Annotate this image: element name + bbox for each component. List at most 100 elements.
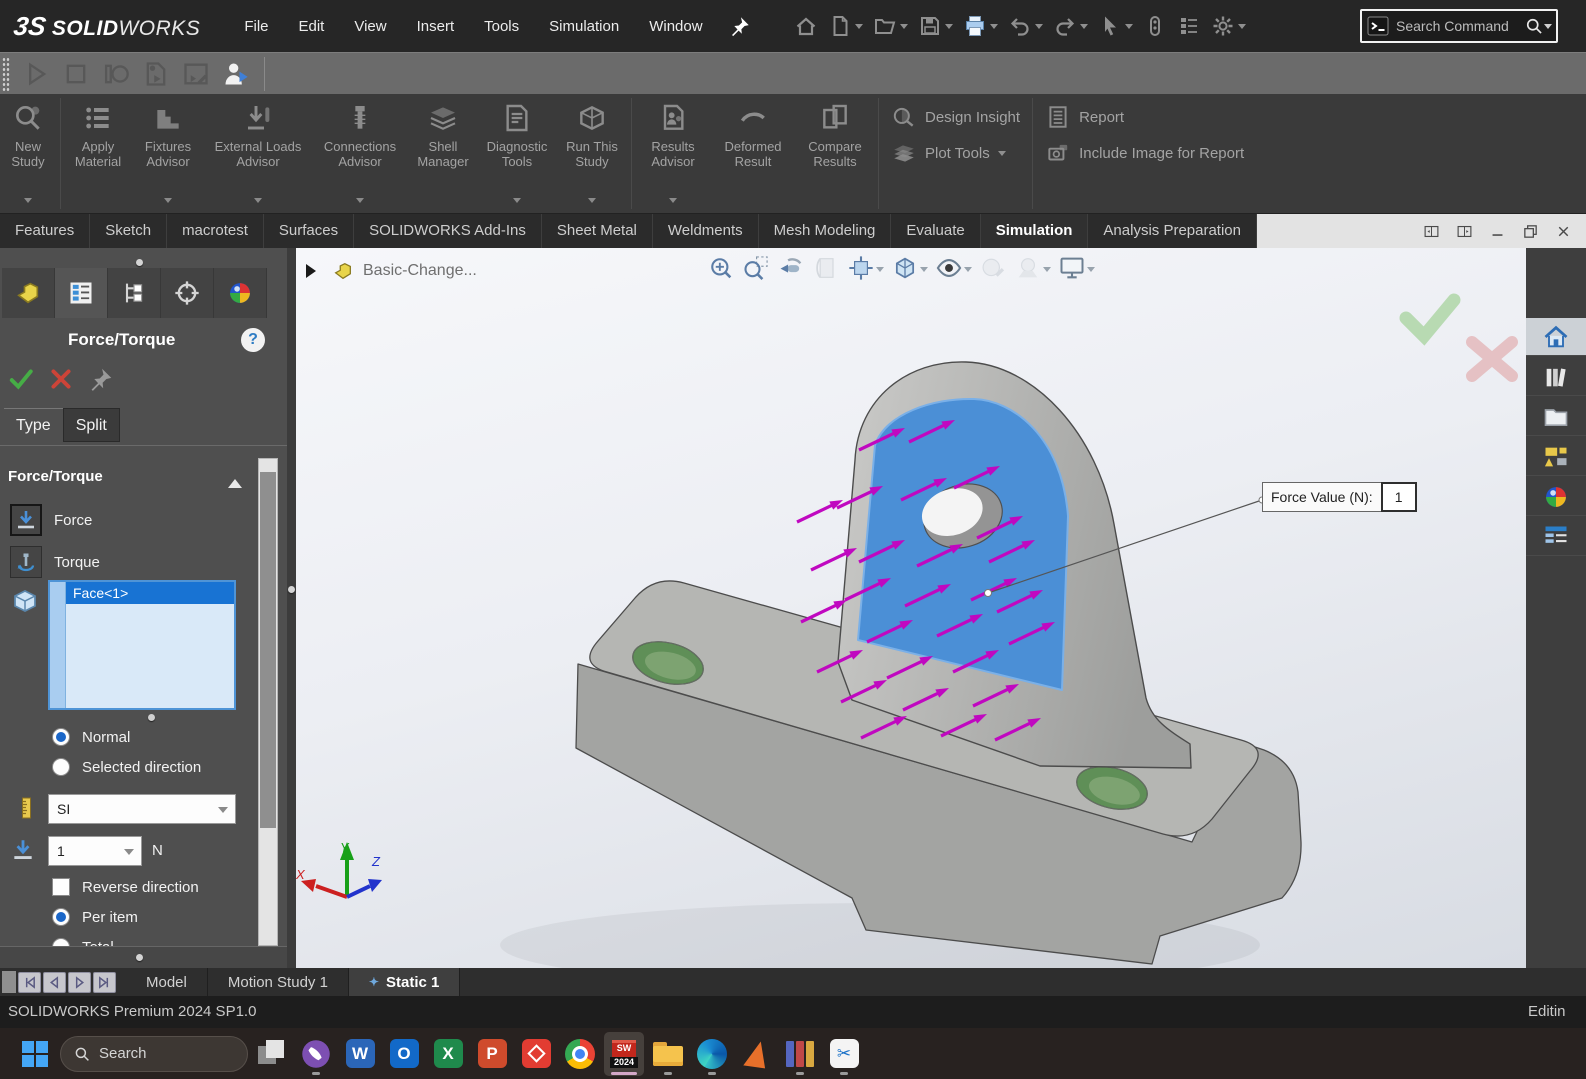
dropdown-caret-icon[interactable] — [669, 198, 677, 207]
collapse-chevron-icon[interactable] — [228, 472, 242, 488]
taskpane-appearances-scenes-icon[interactable] — [1526, 478, 1586, 516]
tab-features[interactable]: Features — [0, 214, 90, 248]
menu-insert[interactable]: Insert — [417, 18, 455, 35]
close-icon[interactable] — [1555, 223, 1572, 240]
dropdown-caret-icon[interactable] — [1035, 24, 1043, 33]
minimize-icon[interactable] — [1489, 223, 1506, 240]
deformed-result-icon[interactable] — [737, 102, 769, 134]
dropdown-caret-icon[interactable] — [1043, 267, 1051, 276]
stop-macro-icon[interactable] — [62, 60, 90, 88]
menu-tools[interactable]: Tools — [484, 18, 519, 35]
winrar-icon[interactable] — [780, 1032, 820, 1076]
callout-value-input[interactable]: 1 — [1381, 482, 1417, 512]
search-commands-box[interactable]: Search Command — [1360, 9, 1558, 43]
select-icon[interactable] — [1098, 14, 1122, 38]
unit-system-select[interactable]: SI — [48, 794, 236, 824]
run-macro-icon[interactable] — [22, 60, 50, 88]
mouse-gestures-icon[interactable] — [1143, 14, 1167, 38]
external-loads-icon[interactable] — [242, 102, 274, 134]
group-resize-handle[interactable] — [148, 714, 155, 721]
tab-analysis-preparation[interactable]: Analysis Preparation — [1088, 214, 1257, 248]
help-button[interactable]: ? — [241, 328, 265, 352]
headsup-edit-appearance-icon[interactable] — [977, 254, 1009, 282]
leader-anchor[interactable] — [985, 590, 992, 597]
appearances-scenes-icon[interactable] — [1542, 483, 1570, 511]
include-image-icon[interactable] — [1045, 140, 1071, 166]
section-view-icon[interactable] — [812, 254, 840, 282]
study-tab-static-1[interactable]: ✦Static 1 — [349, 968, 460, 996]
ribbon-results-advisor-button[interactable]: Results Advisor — [636, 94, 710, 213]
word-icon[interactable]: W — [340, 1032, 380, 1076]
new-study-icon[interactable] — [12, 102, 44, 134]
flyout-tree-arrow-icon[interactable] — [306, 264, 323, 278]
ok-icon[interactable] — [8, 366, 34, 392]
connections-advisor-icon[interactable] — [344, 102, 376, 134]
ribbon-external-loads-advisor-button[interactable]: External Loads Advisor — [205, 94, 311, 213]
diagnostic-tools-icon[interactable] — [501, 102, 533, 134]
tab-surfaces[interactable]: Surfaces — [264, 214, 354, 248]
plot-tools-icon[interactable] — [891, 140, 917, 166]
configurations-icon[interactable] — [120, 279, 148, 307]
headsup-apply-scene-icon[interactable] — [1012, 254, 1053, 282]
dropdown-caret-icon[interactable] — [920, 267, 928, 276]
dropdown-caret-icon[interactable] — [1087, 267, 1095, 276]
quick-print-icon[interactable] — [960, 14, 1001, 38]
dropdown-caret-icon[interactable] — [1238, 24, 1246, 33]
tab-type[interactable]: Type — [4, 408, 63, 442]
quick-undo-icon[interactable] — [1005, 14, 1046, 38]
edge-icon[interactable] — [692, 1032, 732, 1076]
snipping-tool-icon[interactable]: ✂ — [824, 1032, 864, 1076]
headsup-hide-show-icon[interactable] — [933, 254, 974, 282]
menu-simulation[interactable]: Simulation — [549, 18, 619, 35]
tab-sketch[interactable]: Sketch — [90, 214, 167, 248]
apply-material-icon[interactable] — [82, 102, 114, 134]
red-diamond-app-icon[interactable] — [516, 1032, 556, 1076]
compare-results-icon[interactable] — [819, 102, 851, 134]
file-explorer-tp-icon[interactable] — [1542, 403, 1570, 431]
dimxpert-icon[interactable] — [173, 279, 201, 307]
features-tree-icon[interactable] — [14, 279, 42, 307]
display-style-icon[interactable] — [891, 254, 919, 282]
windows-start-icon[interactable] — [22, 1041, 48, 1067]
save-icon[interactable] — [918, 14, 942, 38]
ribbon-include-image-for-report-button[interactable]: Include Image for Report — [1045, 140, 1244, 166]
view-orientation-icon[interactable] — [847, 254, 875, 282]
headsup-previous-view-icon[interactable] — [775, 254, 807, 282]
search-dropdown-caret-icon[interactable] — [1544, 24, 1552, 33]
pane-left-icon[interactable] — [1423, 223, 1440, 240]
design-insight-icon[interactable] — [891, 104, 917, 130]
tab-evaluate[interactable]: Evaluate — [891, 214, 980, 248]
pin-icon[interactable] — [88, 366, 114, 392]
quick-new-document-icon[interactable] — [825, 14, 866, 38]
dropdown-caret-icon[interactable] — [24, 198, 32, 207]
ribbon-compare-results-button[interactable]: Compare Results — [796, 94, 874, 213]
selection-listbox[interactable]: Face<1> — [48, 580, 236, 710]
open-icon[interactable] — [873, 14, 897, 38]
manager-tab-property-manager-icon[interactable] — [55, 268, 108, 318]
hide-show-icon[interactable] — [935, 254, 963, 282]
document-breadcrumb[interactable]: Basic-Change... — [306, 260, 477, 282]
run-study-icon[interactable] — [576, 102, 608, 134]
ribbon-run-this-study-button[interactable]: Run This Study — [557, 94, 627, 213]
ribbon-design-insight-button[interactable]: Design Insight — [891, 104, 1020, 130]
ribbon-apply-material-button[interactable]: Apply Material — [65, 94, 131, 213]
dropdown-caret-icon[interactable] — [945, 24, 953, 33]
view-palette-icon[interactable] — [1542, 443, 1570, 471]
redo-icon[interactable] — [1053, 14, 1077, 38]
first-tab-icon[interactable] — [18, 972, 41, 993]
home-icon[interactable] — [794, 14, 818, 38]
last-tab-icon[interactable] — [93, 972, 116, 993]
record-macro-icon[interactable] — [142, 60, 170, 88]
pane-right-icon[interactable] — [1456, 223, 1473, 240]
quick-redo-icon[interactable] — [1050, 14, 1091, 38]
edit-macro-icon[interactable] — [182, 60, 210, 88]
force-value-select[interactable]: 1 — [48, 836, 142, 866]
tab-split[interactable]: Split — [63, 408, 120, 442]
graphics-viewport[interactable]: XYZ Basic-Change... Force Value (N): 1 — [296, 248, 1526, 968]
dropdown-caret-icon[interactable] — [254, 198, 262, 207]
headsup-zoom-fit-icon[interactable] — [705, 254, 737, 282]
tab-mesh-modeling[interactable]: Mesh Modeling — [759, 214, 892, 248]
dropdown-caret-icon[interactable] — [1125, 24, 1133, 33]
ribbon-deformed-result-button[interactable]: Deformed Result — [710, 94, 796, 213]
property-manager-icon[interactable] — [67, 279, 95, 307]
